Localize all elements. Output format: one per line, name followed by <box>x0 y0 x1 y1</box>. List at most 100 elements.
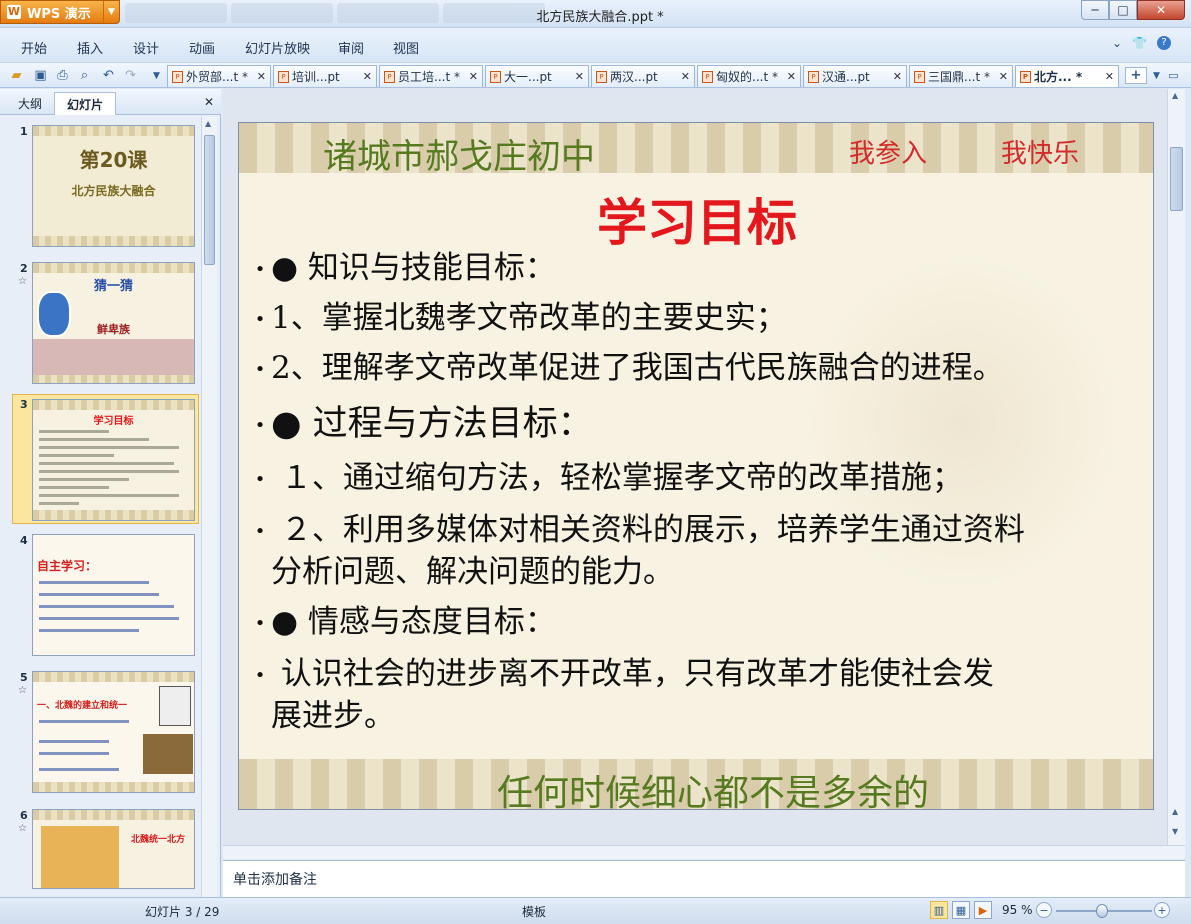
scroll-up-icon: ▲ <box>205 119 212 128</box>
menu-view[interactable]: 视图 <box>393 38 419 57</box>
menu-slideshow[interactable]: 幻灯片放映 <box>245 38 310 57</box>
template-label[interactable]: 模板 <box>522 903 546 920</box>
doc-tab[interactable]: P 三国鼎...t * ✕ <box>909 65 1013 87</box>
skin-icon[interactable]: 👕 <box>1132 36 1147 50</box>
notes-pane[interactable]: 单击添加备注 <box>223 860 1185 897</box>
slide-footer-slogan: 任何时候细心都不是多余的 <box>497 773 930 810</box>
thumb-number: 2 <box>20 262 28 275</box>
slide-thumbnail[interactable]: 北魏统一北方 <box>32 809 195 889</box>
minimize-button[interactable]: ─ <box>1081 0 1109 20</box>
close-icon[interactable]: ✕ <box>363 70 372 83</box>
thumbnail-scrollbar[interactable]: ▲ <box>201 117 217 897</box>
wps-menu-button[interactable]: W WPS 演示 ▼ <box>0 0 120 24</box>
slide-canvas[interactable]: 诸城市郝戈庄初中 我参入 我快乐 学习目标 • ● 知识与技能目标： • 1、掌握北… <box>238 122 1154 810</box>
motto-left: 我参入 <box>849 139 928 169</box>
slide-thumbnail[interactable]: 猜一猜 鲜卑族 <box>32 262 195 384</box>
quick-toolbar: ▰ ▣ ⎙ ⌕ ↶ ↷ ▼ P 外贸部...t * ✕ P 培训...pt ✕ P 员工培… <box>0 62 1191 88</box>
customize-icon[interactable]: ▼ <box>148 67 165 84</box>
close-icon[interactable]: ✕ <box>999 70 1008 83</box>
scroll-thumb[interactable] <box>1170 147 1183 211</box>
close-window-button[interactable]: ✕ <box>1137 0 1185 20</box>
menu-start[interactable]: 开始 <box>21 38 47 57</box>
slideshow-icon[interactable]: ▶ <box>974 901 992 919</box>
next-slide-icon: ▼ <box>1172 827 1179 836</box>
map-image <box>41 826 119 888</box>
menu-review[interactable]: 审阅 <box>338 38 364 57</box>
notes-placeholder[interactable]: 单击添加备注 <box>233 869 317 889</box>
doc-tab[interactable]: P 两汉...pt ✕ <box>591 65 695 87</box>
horizontal-scrollbar[interactable] <box>223 845 1185 859</box>
doc-tab[interactable]: P 员工培...t * ✕ <box>379 65 483 87</box>
doc-tab[interactable]: P 培训...pt ✕ <box>273 65 377 87</box>
slide-thumbnail[interactable]: 一、北魏的建立和统一 <box>32 671 195 793</box>
close-icon[interactable]: ✕ <box>787 70 796 83</box>
close-icon[interactable]: ✕ <box>575 70 584 83</box>
doc-tab-active[interactable]: P 北方... * ✕ <box>1015 65 1119 87</box>
status-bar: 幻灯片 3 / 29 模板 ▥ ▦ ▶ 95 % − + <box>0 897 1191 924</box>
close-icon[interactable]: ✕ <box>204 95 214 109</box>
close-icon[interactable]: ✕ <box>893 70 902 83</box>
thumb-number: 3 <box>20 398 28 411</box>
ppt-file-icon: P <box>702 70 713 83</box>
ppt-file-icon: P <box>1020 70 1031 83</box>
ppt-file-icon: P <box>808 70 819 83</box>
menu-bar: 开始 插入 设计 动画 幻灯片放映 审阅 视图 <box>0 28 1191 62</box>
menu-animation[interactable]: 动画 <box>189 38 215 57</box>
tab-outline[interactable]: 大纲 <box>6 92 54 115</box>
bullet-line: • 1、掌握北魏孝文帝改革的主要史实； <box>254 300 787 336</box>
zoom-in-button[interactable]: + <box>1154 902 1170 918</box>
open-icon[interactable]: ▰ <box>8 67 25 84</box>
doc-tab[interactable]: P 外贸部...t * ✕ <box>167 65 271 87</box>
restore-tab-icon[interactable]: ▭ <box>1165 67 1182 84</box>
bullet-line: 展进步。 <box>271 698 395 734</box>
tab-slides[interactable]: 幻灯片 <box>54 92 117 115</box>
scroll-thumb[interactable] <box>204 135 215 265</box>
doc-tab[interactable]: P 大一...pt ✕ <box>485 65 589 87</box>
bullet-line: • 认识社会的进步离不开改革，只有改革才能使社会发 <box>254 656 994 692</box>
menu-design[interactable]: 设计 <box>133 38 159 57</box>
new-tab-button[interactable]: + <box>1125 67 1147 84</box>
close-icon[interactable]: ✕ <box>469 70 478 83</box>
panel-tabs: 大纲 幻灯片 ✕ <box>0 89 221 115</box>
save-icon[interactable]: ▣ <box>32 67 49 84</box>
bullet-line: • ２、利用多媒体对相关资料的展示，培养学生通过资料 <box>254 512 1025 548</box>
close-icon[interactable]: ✕ <box>681 70 690 83</box>
chevron-down-icon[interactable]: ▼ <box>103 1 119 23</box>
animation-star-icon: ☆ <box>18 685 27 696</box>
slide-thumbnail-panel: 大纲 幻灯片 ✕ 1 第20课 北方民族大融合 2 ☆ 猜一猜 鲜卑族 3 学习… <box>0 89 221 897</box>
slide-thumbnail[interactable]: 自主学习： <box>32 534 195 656</box>
redo-icon[interactable]: ↷ <box>122 67 139 84</box>
slide-thumbnail[interactable]: 第20课 北方民族大融合 <box>32 125 195 247</box>
undo-icon[interactable]: ↶ <box>100 67 117 84</box>
wps-logo-icon: W <box>7 5 21 19</box>
ppt-file-icon: P <box>384 70 395 83</box>
ppt-file-icon: P <box>596 70 607 83</box>
doc-tab[interactable]: P 汉通...pt ✕ <box>803 65 907 87</box>
close-icon[interactable]: ✕ <box>257 70 266 83</box>
print-icon[interactable]: ⎙ <box>54 67 71 84</box>
doc-tab[interactable]: P 匈奴的...t * ✕ <box>697 65 801 87</box>
thumb-number: 6 <box>20 809 28 822</box>
help-icon[interactable]: ? <box>1157 36 1172 50</box>
tab-list-icon[interactable]: ▼ <box>1148 67 1165 84</box>
bullet-line: • ● 情感与态度目标： <box>254 604 556 640</box>
normal-view-icon[interactable]: ▥ <box>930 901 948 919</box>
zoom-slider-handle[interactable] <box>1095 904 1108 918</box>
thumb-number: 1 <box>20 125 28 138</box>
slide-thumbnail-selected[interactable]: 学习目标 <box>32 399 195 521</box>
ppt-file-icon: P <box>278 70 289 83</box>
menu-right-controls: ⌄ 👕 ? <box>1112 36 1172 50</box>
print-preview-icon[interactable]: ⌕ <box>76 67 93 84</box>
zoom-out-button[interactable]: − <box>1036 902 1052 918</box>
vertical-scrollbar[interactable]: ▲ ▲ ▼ <box>1167 89 1185 845</box>
close-icon[interactable]: ✕ <box>1105 70 1114 83</box>
collapse-ribbon-icon[interactable]: ⌄ <box>1112 36 1122 50</box>
slide-title: 学习目标 <box>597 194 797 252</box>
bullet-line: • ● 知识与技能目标： <box>254 250 556 286</box>
menu-insert[interactable]: 插入 <box>77 38 103 57</box>
slide-sorter-icon[interactable]: ▦ <box>952 901 970 919</box>
figurine-image <box>143 734 193 774</box>
app-name: WPS 演示 <box>27 6 91 22</box>
maximize-button[interactable]: □ <box>1109 0 1137 20</box>
slide-counter: 幻灯片 3 / 29 <box>145 905 220 919</box>
